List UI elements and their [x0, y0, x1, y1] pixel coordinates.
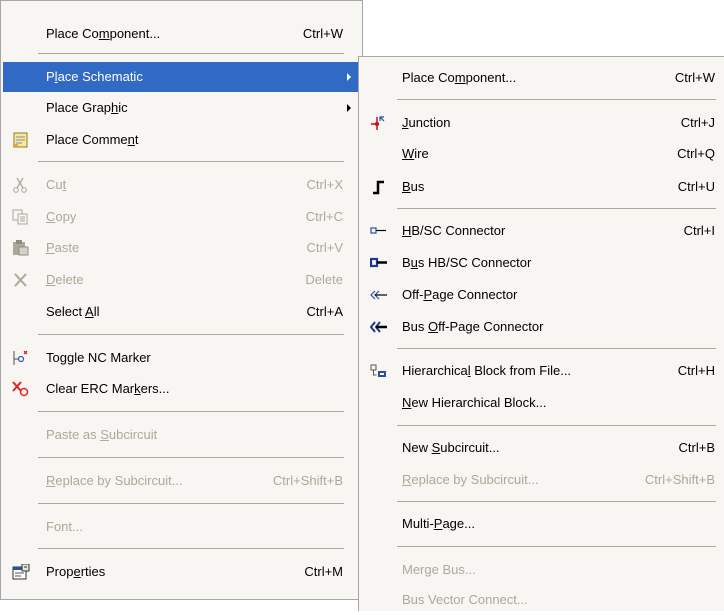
menu-item-font[interactable]: Font...	[3, 512, 359, 542]
shortcut: Ctrl+Q	[677, 146, 715, 161]
submenu-item-new-subcircuit[interactable]: New Subcircuit... Ctrl+B	[361, 433, 722, 463]
submenu-item-hb-sc-connector[interactable]: HB/SC Connector Ctrl+I	[361, 216, 722, 246]
properties-icon	[12, 564, 30, 580]
menu-item-place-graphic[interactable]: Place Graphic	[3, 93, 359, 123]
menu-item-copy[interactable]: Copy Ctrl+C	[3, 202, 359, 232]
separator	[397, 501, 716, 502]
shortcut: Ctrl+Shift+B	[644, 472, 715, 487]
separator	[38, 161, 344, 162]
separator	[38, 548, 344, 549]
context-menu: Place Component... Ctrl+W Place Schemati…	[0, 0, 363, 600]
menu-item-toggle-nc-marker[interactable]: Toggle NC Marker	[3, 343, 359, 373]
nc-marker-icon	[12, 350, 30, 366]
submenu-item-bus[interactable]: Bus Ctrl+U	[361, 172, 722, 202]
place-schematic-submenu: Place Component... Ctrl+W Junction Ctrl+…	[358, 56, 724, 611]
separator	[397, 208, 716, 209]
submenu-item-wire[interactable]: Wire Ctrl+Q	[361, 139, 722, 169]
paste-icon	[12, 240, 30, 256]
submenu-arrow-icon	[347, 73, 351, 81]
shortcut: Ctrl+X	[306, 177, 343, 192]
submenu-item-junction[interactable]: Junction Ctrl+J	[361, 108, 722, 138]
submenu-item-multi-page[interactable]: Multi-Page...	[361, 509, 722, 539]
shortcut: Ctrl+M	[304, 564, 343, 579]
menu-item-place-schematic[interactable]: Place Schematic	[3, 62, 359, 92]
separator	[397, 348, 716, 349]
shortcut: Ctrl+V	[306, 240, 343, 255]
copy-icon	[12, 209, 30, 225]
submenu-item-hierarchical-block-from-file[interactable]: Hierarchical Block from File... Ctrl+H	[361, 356, 722, 386]
scissors-icon	[12, 177, 30, 193]
shortcut: Ctrl+W	[674, 70, 715, 85]
separator	[38, 334, 344, 335]
delete-x-icon	[12, 272, 30, 288]
shortcut: Ctrl+Shift+B	[272, 473, 343, 488]
separator	[397, 546, 716, 547]
shortcut: Ctrl+B	[678, 440, 715, 455]
separator	[38, 457, 344, 458]
shortcut: Ctrl+W	[302, 26, 343, 41]
menu-item-select-all[interactable]: Select All Ctrl+A	[3, 297, 359, 327]
submenu-item-off-page-connector[interactable]: Off-Page Connector	[361, 280, 722, 310]
menu-item-place-comment[interactable]: Place Comment	[3, 125, 359, 155]
shortcut: Ctrl+C	[305, 209, 343, 224]
separator	[38, 503, 344, 504]
off-page-connector-icon	[370, 287, 388, 303]
shortcut: Ctrl+I	[683, 223, 715, 238]
submenu-item-bus-hb-sc-connector[interactable]: Bus HB/SC Connector	[361, 248, 722, 278]
separator	[397, 425, 716, 426]
menu-item-paste[interactable]: Paste Ctrl+V	[3, 233, 359, 263]
shortcut: Delete	[305, 272, 343, 287]
submenu-item-bus-off-page-connector[interactable]: Bus Off-Page Connector	[361, 312, 722, 342]
separator	[38, 411, 344, 412]
shortcut: Ctrl+A	[306, 304, 343, 319]
shortcut: Ctrl+H	[677, 363, 715, 378]
menu-item-cut[interactable]: Cut Ctrl+X	[3, 170, 359, 200]
submenu-item-place-component[interactable]: Place Component... Ctrl+W	[361, 63, 722, 93]
submenu-item-replace-by-subcircuit[interactable]: Replace by Subcircuit... Ctrl+Shift+B	[361, 465, 722, 495]
menu-item-clear-erc-markers[interactable]: Clear ERC Markers...	[3, 374, 359, 404]
hierarchical-block-icon	[370, 363, 388, 379]
separator	[38, 53, 344, 54]
clear-erc-icon	[12, 381, 30, 397]
hb-sc-connector-icon	[370, 223, 388, 239]
bus-icon	[370, 179, 388, 195]
submenu-item-merge-bus[interactable]: Merge Bus...	[361, 555, 722, 585]
submenu-item-new-hierarchical-block[interactable]: New Hierarchical Block...	[361, 388, 722, 418]
junction-icon	[370, 115, 388, 131]
menu-item-place-component[interactable]: Place Component... Ctrl+W	[3, 19, 359, 49]
menu-item-properties[interactable]: Properties Ctrl+M	[3, 557, 359, 587]
bus-off-page-connector-icon	[370, 319, 388, 335]
separator	[397, 99, 716, 100]
comment-icon	[12, 132, 30, 148]
menu-item-paste-as-subcircuit[interactable]: Paste as Subcircuit	[3, 420, 359, 450]
menu-item-replace-by-subcircuit[interactable]: Replace by Subcircuit... Ctrl+Shift+B	[3, 466, 359, 496]
shortcut: Ctrl+J	[680, 115, 715, 130]
submenu-arrow-icon	[347, 104, 351, 112]
bus-hb-sc-connector-icon	[370, 255, 388, 271]
menu-item-delete[interactable]: Delete Delete	[3, 265, 359, 295]
shortcut: Ctrl+U	[677, 179, 715, 194]
